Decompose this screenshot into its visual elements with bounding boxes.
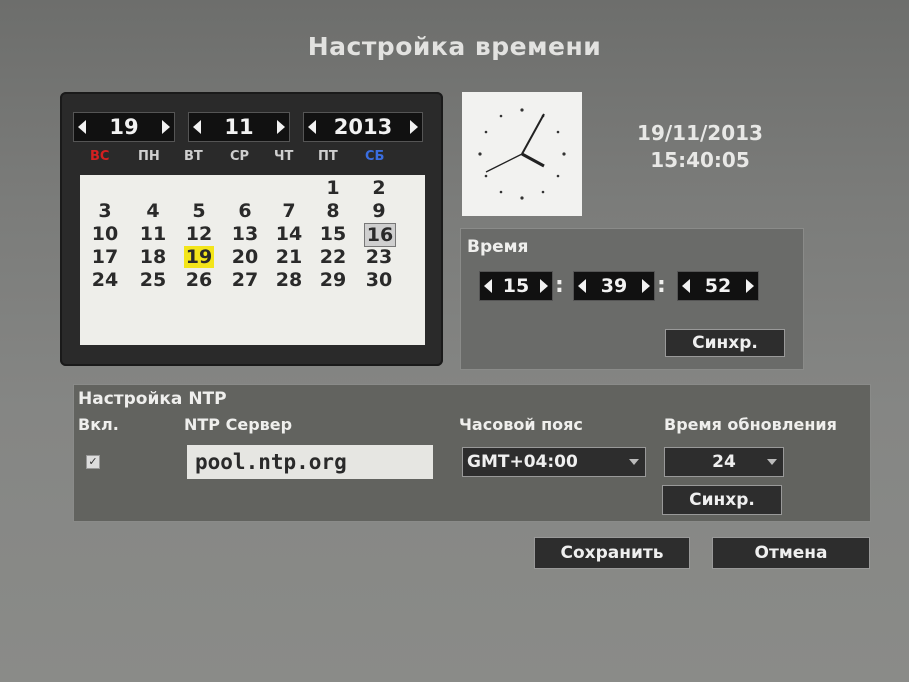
update-interval-value: 24: [712, 452, 736, 472]
timezone-label: Часовой пояс: [459, 415, 583, 434]
time-separator: :: [555, 273, 564, 298]
weekday-label: ЧТ: [274, 149, 294, 164]
year-spinner[interactable]: 2013: [303, 112, 423, 142]
timezone-select[interactable]: GMT+04:00: [462, 447, 646, 477]
calendar-panel: 19 11 2013 1 2 3 4 5 6 7 8 9 10 11 12 13 14 15 16 17 18 19…: [60, 92, 443, 366]
analog-clock: [462, 92, 582, 216]
update-interval-label: Время обновления: [664, 415, 837, 434]
weekday-label: СБ: [365, 149, 385, 164]
calendar-day[interactable]: 16: [364, 223, 396, 247]
calendar-days-grid: 1 2 3 4 5 6 7 8 9 10 11 12 13 14 15 16 17 18 19 20 21 22 23 24 2…: [80, 175, 425, 345]
calendar-day[interactable]: 25: [138, 269, 168, 291]
weekday-label: ВС: [90, 149, 110, 164]
ntp-sync-button[interactable]: Синхр.: [662, 485, 782, 515]
day-spinner[interactable]: 19: [73, 112, 175, 142]
calendar-day[interactable]: 13: [230, 223, 260, 245]
hour-spinner[interactable]: 15: [479, 271, 553, 301]
calendar-day[interactable]: 27: [230, 269, 260, 291]
screen-background: Настройка времени 19 11 2013 1 2 3 4 5 6 7 8 9 10…: [0, 0, 909, 682]
clock-icon: [478, 108, 566, 200]
calendar-day[interactable]: 22: [318, 246, 348, 268]
chevron-right-icon[interactable]: [745, 279, 754, 293]
second-value: 52: [704, 275, 732, 297]
time-separator: :: [657, 273, 666, 298]
minute-spinner[interactable]: 39: [573, 271, 655, 301]
calendar-day[interactable]: 20: [230, 246, 260, 268]
calendar-day[interactable]: 12: [184, 223, 214, 245]
calendar-day[interactable]: 10: [90, 223, 120, 245]
hour-value: 15: [502, 275, 530, 297]
chevron-left-icon[interactable]: [578, 279, 586, 293]
calendar-day[interactable]: 23: [364, 246, 394, 268]
weekday-label: ВТ: [184, 149, 203, 164]
calendar-day[interactable]: 9: [364, 200, 394, 222]
page-title: Настройка времени: [307, 32, 602, 61]
dropdown-caret-icon: [629, 459, 639, 465]
chevron-left-icon[interactable]: [308, 120, 316, 134]
calendar-day[interactable]: 21: [274, 246, 304, 268]
calendar-day[interactable]: 18: [138, 246, 168, 268]
chevron-left-icon[interactable]: [484, 279, 492, 293]
update-interval-select[interactable]: 24: [664, 447, 784, 477]
time-label: Время: [467, 237, 529, 257]
calendar-day[interactable]: 14: [274, 223, 304, 245]
calendar-day[interactable]: 19: [184, 246, 214, 268]
calendar-day[interactable]: 5: [184, 200, 214, 222]
chevron-right-icon[interactable]: [539, 279, 548, 293]
calendar-day[interactable]: 8: [318, 200, 348, 222]
weekday-label: ПН: [138, 149, 160, 164]
calendar-day[interactable]: 4: [138, 200, 168, 222]
weekday-label: СР: [230, 149, 250, 164]
calendar-day[interactable]: 11: [138, 223, 168, 245]
ntp-panel: Настройка NTP Вкл. ✓ NTP Сервер pool.ntp…: [73, 384, 871, 522]
chevron-right-icon[interactable]: [161, 120, 170, 134]
calendar-day[interactable]: 30: [364, 269, 394, 291]
ntp-enable-label: Вкл.: [78, 415, 119, 434]
chevron-left-icon[interactable]: [682, 279, 690, 293]
year-value: 2013: [333, 115, 393, 139]
ntp-server-input[interactable]: pool.ntp.org: [187, 445, 433, 479]
chevron-left-icon[interactable]: [193, 120, 201, 134]
calendar-day[interactable]: 3: [90, 200, 120, 222]
time-sync-button[interactable]: Синхр.: [665, 329, 785, 357]
chevron-right-icon[interactable]: [276, 120, 285, 134]
calendar-day[interactable]: 7: [274, 200, 304, 222]
weekday-label: ПТ: [318, 149, 338, 164]
current-time: 15:40:05: [650, 148, 750, 172]
month-value: 11: [224, 115, 254, 139]
chevron-right-icon[interactable]: [409, 120, 418, 134]
cancel-button[interactable]: Отмена: [712, 537, 870, 569]
calendar-day[interactable]: 28: [274, 269, 304, 291]
calendar-day[interactable]: 26: [184, 269, 214, 291]
save-button[interactable]: Сохранить: [534, 537, 690, 569]
current-datetime: 19/11/2013 15:40:05: [600, 120, 800, 174]
calendar-day[interactable]: 1: [318, 177, 348, 199]
ntp-section-title: Настройка NTP: [78, 389, 227, 409]
calendar-day[interactable]: 2: [364, 177, 394, 199]
day-value: 19: [109, 115, 139, 139]
month-spinner[interactable]: 11: [188, 112, 290, 142]
calendar-day[interactable]: 6: [230, 200, 260, 222]
ntp-enable-checkbox[interactable]: ✓: [86, 455, 100, 469]
calendar-day[interactable]: 15: [318, 223, 348, 245]
calendar-day[interactable]: 24: [90, 269, 120, 291]
calendar-day[interactable]: 17: [90, 246, 120, 268]
minute-value: 39: [600, 275, 628, 297]
timezone-value: GMT+04:00: [467, 452, 578, 472]
dropdown-caret-icon: [767, 459, 777, 465]
current-date: 19/11/2013: [637, 121, 763, 145]
ntp-server-label: NTP Сервер: [184, 415, 293, 434]
chevron-left-icon[interactable]: [78, 120, 86, 134]
time-panel: Время 15 : 39 : 52 Синхр.: [460, 228, 804, 370]
calendar-day[interactable]: 29: [318, 269, 348, 291]
second-spinner[interactable]: 52: [677, 271, 759, 301]
chevron-right-icon[interactable]: [641, 279, 650, 293]
checkbox-icon: ✓: [88, 455, 98, 468]
